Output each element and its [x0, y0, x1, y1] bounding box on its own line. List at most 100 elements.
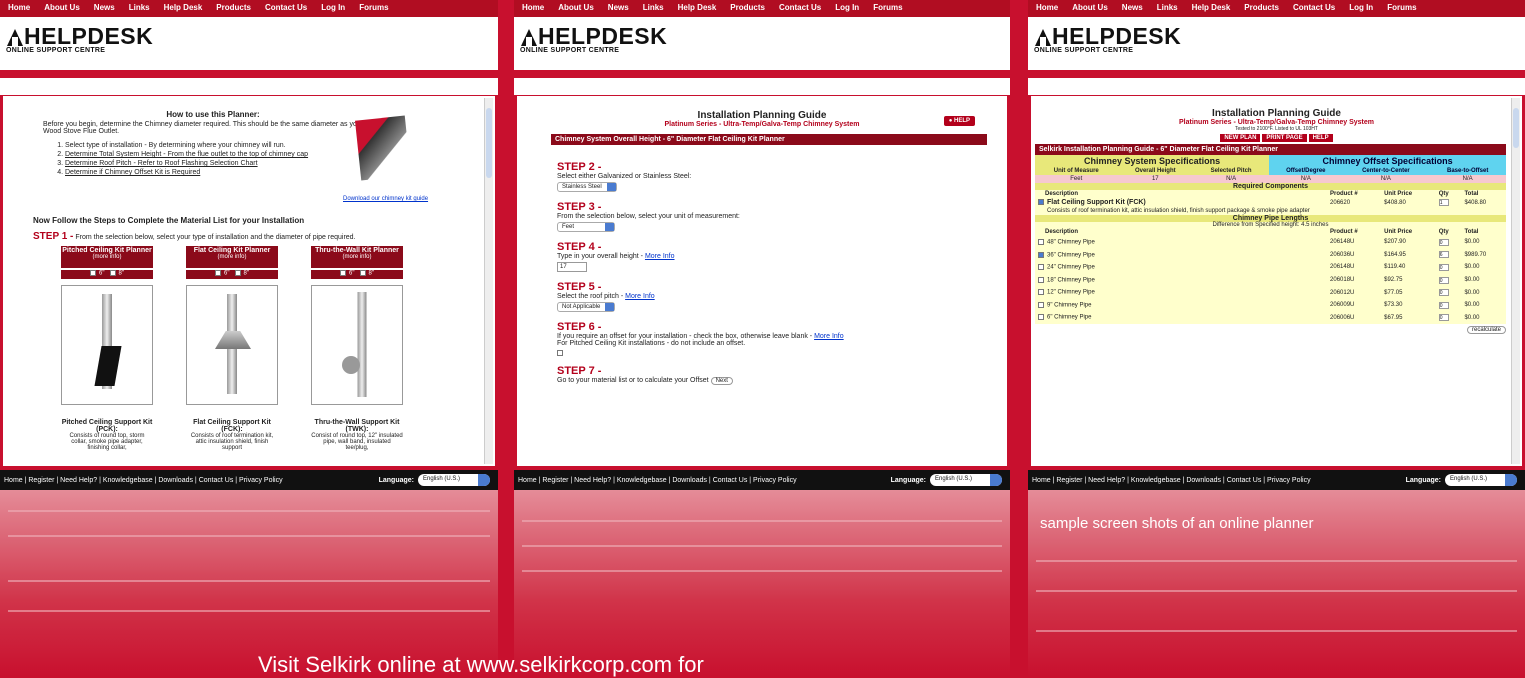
nav-products[interactable]: Products — [730, 3, 765, 17]
nav-about[interactable]: About Us — [558, 3, 594, 17]
qty-input[interactable]: 0 — [1438, 314, 1449, 322]
qty-input[interactable]: 0 — [1438, 289, 1449, 297]
footer-bar: Home | Register | Need Help? | Knowledge… — [514, 470, 1010, 490]
material-list-content: Installation Planning Guide Platinum Ser… — [1031, 96, 1522, 466]
language-select[interactable]: English (U.S.) — [418, 474, 490, 486]
nav-forums[interactable]: Forums — [1387, 3, 1416, 17]
nav-contact[interactable]: Contact Us — [779, 3, 821, 17]
qty-input[interactable]: 0 — [1438, 263, 1449, 271]
breadcrumb-bar — [1028, 78, 1525, 95]
kit-size-checkboxes[interactable]: 6" 8" — [61, 270, 153, 279]
pipe-checkbox[interactable] — [1038, 289, 1044, 296]
nav-contact[interactable]: Contact Us — [265, 3, 307, 17]
pitch-select[interactable]: Not Applicable — [557, 302, 616, 312]
nav-links[interactable]: Links — [129, 3, 150, 17]
nav-products[interactable]: Products — [1244, 3, 1279, 17]
pipe-total: $0.00 — [1464, 239, 1480, 246]
nav-home[interactable]: Home — [1036, 3, 1058, 17]
list-item[interactable]: Determine Total System Height - From the… — [65, 150, 383, 159]
spec-col: Base-to-Offset — [1429, 167, 1506, 175]
kit-size-checkboxes[interactable]: 6" 8" — [186, 270, 278, 279]
nav-forums[interactable]: Forums — [873, 3, 902, 17]
steel-select[interactable]: Stainless Steel — [557, 182, 617, 192]
pipe-desc: 6" Chimney Pipe — [1047, 315, 1092, 322]
new-plan-button[interactable]: NEW PLAN — [1220, 134, 1261, 142]
helpdesk-logo[interactable]: HELPDESK ONLINE SUPPORT CENTRE — [0, 17, 498, 70]
download-guide-link[interactable]: Download our chimney kit guide — [343, 196, 428, 202]
nav-links[interactable]: Links — [1157, 3, 1178, 17]
nav-helpdesk[interactable]: Help Desk — [678, 3, 717, 17]
footer-links[interactable]: Home | Register | Need Help? | Knowledge… — [1032, 477, 1311, 484]
scrollbar[interactable] — [1511, 98, 1520, 464]
help-button[interactable]: HELP — [1308, 134, 1333, 142]
spec-table: Chimney System Specifications Chimney Off… — [1035, 155, 1506, 183]
unit-select[interactable]: Feet — [557, 222, 615, 232]
qty-input[interactable]: 6 — [1438, 251, 1449, 259]
language-select[interactable]: English (U.S.) — [1445, 474, 1517, 486]
pipe-checkbox[interactable] — [1038, 264, 1044, 271]
footer-links[interactable]: Home | Register | Need Help? | Knowledge… — [518, 477, 797, 484]
offset-checkbox[interactable] — [557, 350, 563, 356]
list-item[interactable]: Determine Roof Pitch - Refer to Roof Fla… — [65, 159, 383, 168]
more-info-link[interactable]: More Info — [814, 333, 844, 340]
qty-input[interactable]: 1 — [1438, 199, 1449, 206]
spec-right-title: Chimney Offset Specifications — [1269, 155, 1506, 167]
nav-about[interactable]: About Us — [44, 3, 80, 17]
qty-input[interactable]: 0 — [1438, 276, 1449, 284]
pipe-checkbox[interactable] — [1038, 314, 1044, 321]
pipe-checkbox[interactable] — [1038, 301, 1044, 308]
chimney-kit-guide-image[interactable] — [355, 115, 411, 181]
nav-contact[interactable]: Contact Us — [1293, 3, 1335, 17]
nav-home[interactable]: Home — [8, 3, 30, 17]
nav-login[interactable]: Log In — [835, 3, 859, 17]
qty-input[interactable]: 0 — [1438, 238, 1449, 246]
nav-home[interactable]: Home — [522, 3, 544, 17]
next-button[interactable]: Next — [710, 377, 733, 385]
language-select[interactable]: English (U.S.) — [930, 474, 1002, 486]
helpdesk-logo[interactable]: HELPDESK ONLINE SUPPORT CENTRE — [1028, 17, 1525, 70]
pipe-row: 18" Chimney Pipe 206018U $92.75 0 $0.00 — [1035, 274, 1506, 287]
nav-news[interactable]: News — [608, 3, 629, 17]
top-nav: Home About Us News Links Help Desk Produ… — [514, 0, 1010, 17]
nav-helpdesk[interactable]: Help Desk — [1192, 3, 1231, 17]
fck-checkbox[interactable] — [1038, 199, 1044, 206]
pipe-product-number: 206148U — [1330, 239, 1355, 246]
scrollbar[interactable] — [484, 98, 493, 464]
pipe-product-number: 206018U — [1330, 277, 1355, 284]
qty-input[interactable]: 0 — [1438, 301, 1449, 309]
more-info-link[interactable]: More Info — [625, 293, 655, 300]
steps-heading: Now Follow the Steps to Complete the Mat… — [33, 216, 305, 225]
nav-forums[interactable]: Forums — [359, 3, 388, 17]
pipe-checkbox[interactable] — [1038, 276, 1044, 283]
kit-size-checkboxes[interactable]: 6" 8" — [311, 270, 403, 279]
nav-products[interactable]: Products — [216, 3, 251, 17]
list-item[interactable]: Determine if Chimney Offset Kit is Requi… — [65, 168, 383, 177]
height-input[interactable]: 17 — [557, 262, 587, 272]
nav-login[interactable]: Log In — [1349, 3, 1373, 17]
pipe-row: 48" Chimney Pipe 206148U $207.90 0 $0.00 — [1035, 236, 1506, 249]
kit-pitched: Pitched Ceiling Kit Planner (more info) 6… — [61, 246, 153, 451]
nav-news[interactable]: News — [94, 3, 115, 17]
nav-about[interactable]: About Us — [1072, 3, 1108, 17]
print-page-button[interactable]: PRINT PAGE — [1262, 134, 1307, 142]
logo-title: HELPDESK — [24, 23, 154, 49]
screenshot-panel-3: Home About Us News Links Help Desk Produ… — [1028, 0, 1525, 677]
spec-val: N/A — [1300, 176, 1311, 182]
pipe-checkbox[interactable] — [1038, 251, 1044, 258]
helpdesk-logo[interactable]: HELPDESK ONLINE SUPPORT CENTRE — [514, 17, 1010, 70]
nav-news[interactable]: News — [1122, 3, 1143, 17]
recalculate-button[interactable]: recalculate — [1466, 326, 1506, 335]
pipe-price: $119.40 — [1384, 264, 1406, 271]
footer-links[interactable]: Home | Register | Need Help? | Knowledge… — [4, 477, 283, 484]
kit-wall-header[interactable]: Thru-the-Wall Kit Planner (more info) — [311, 246, 403, 268]
kit-flat-header[interactable]: Flat Ceiling Kit Planner (more info) — [186, 246, 278, 268]
nav-links[interactable]: Links — [643, 3, 664, 17]
help-button[interactable]: ● HELP — [943, 116, 975, 126]
nav-helpdesk[interactable]: Help Desk — [164, 3, 203, 17]
nav-login[interactable]: Log In — [321, 3, 345, 17]
more-info-link[interactable]: More Info — [645, 253, 675, 260]
table-row: Flat Ceiling Support Kit (FCK) 206620 $408… — [1035, 198, 1506, 207]
pipe-checkbox[interactable] — [1038, 239, 1044, 245]
kit-name: Thru-the-Wall Support Kit (TWK): — [314, 419, 400, 433]
kit-pitched-header[interactable]: Pitched Ceiling Kit Planner (more info) — [61, 246, 153, 268]
